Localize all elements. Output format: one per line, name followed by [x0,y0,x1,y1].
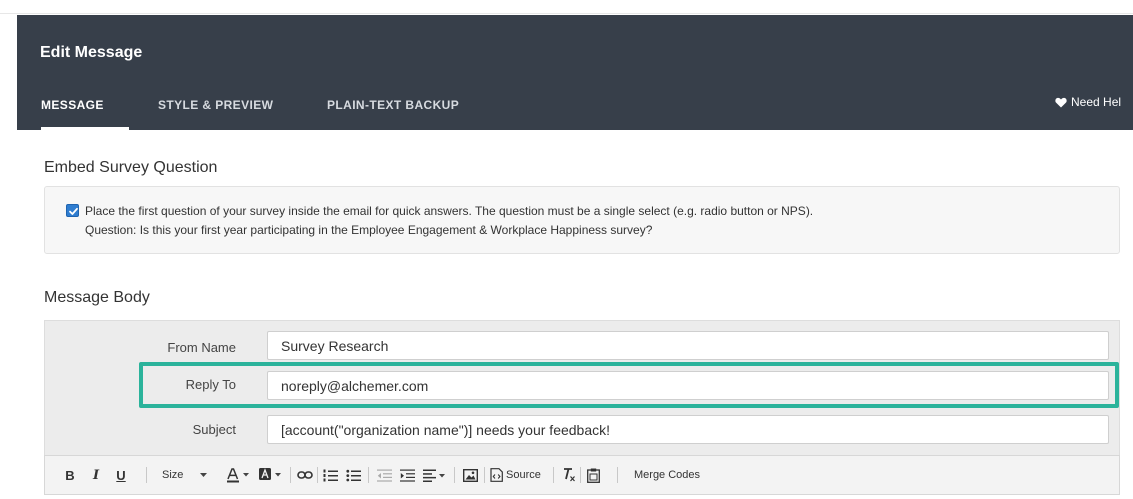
embed-question-checkbox[interactable] [66,204,79,217]
image-button[interactable] [462,456,478,494]
numbered-list-icon [323,469,338,481]
message-body-title: Message Body [44,289,150,306]
page-title: Edit Message [40,44,143,61]
need-help-label: Need Hel [1071,95,1122,109]
message-tabs: MESSAGE STYLE & PREVIEW PLAIN-TEXT BACKU… [17,88,917,130]
decrease-indent-button[interactable] [376,456,392,494]
embed-description: Place the first question of your survey … [85,204,814,218]
text-color-icon [227,468,249,483]
tab-message[interactable]: MESSAGE [41,88,129,130]
embed-question-text: Question: Is this your first year partic… [85,223,653,237]
link-button[interactable] [297,456,313,494]
tab-style-preview[interactable]: STYLE & PREVIEW [158,88,273,130]
italic-button[interactable]: I [89,456,103,494]
toolbar-divider [317,467,318,483]
edit-message-header: Edit Message MESSAGE STYLE & PREVIEW PLA… [17,15,1133,130]
subject-input[interactable] [267,415,1109,444]
check-icon [69,207,78,215]
bulleted-list-icon [345,469,361,481]
toolbar-divider [617,467,618,483]
embed-question-box: Place the first question of your survey … [44,186,1120,254]
bold-button[interactable]: B [63,456,77,494]
subject-label: Subject [192,422,236,437]
link-icon [297,471,313,479]
from-name-input[interactable] [267,331,1109,360]
size-dropdown[interactable]: Size [162,456,183,494]
source-button-icon[interactable] [489,456,503,494]
image-icon [462,468,478,482]
toolbar-divider [454,467,455,483]
bulleted-list-button[interactable] [345,456,361,494]
tab-plain-text-backup[interactable]: PLAIN-TEXT BACKUP [327,88,459,130]
align-left-icon [423,469,445,482]
caret-down-icon[interactable] [199,456,207,494]
heart-icon [1055,97,1067,108]
source-button[interactable]: Source [506,456,541,494]
editor-toolbar: B I U Size Source Merge Codes [44,455,1120,495]
align-dropdown[interactable] [422,456,448,494]
increase-indent-button[interactable] [399,456,415,494]
top-divider [0,0,1133,14]
numbered-list-button[interactable] [322,456,338,494]
underline-button[interactable]: U [114,456,128,494]
background-color-button[interactable] [257,456,285,494]
paste-button[interactable] [586,456,600,494]
background-color-icon [259,468,281,480]
outdent-icon [376,469,392,482]
toolbar-divider [580,467,581,483]
toolbar-divider [368,467,369,483]
reply-to-highlight [139,362,1119,408]
toolbar-divider [146,467,147,483]
merge-codes-button[interactable]: Merge Codes [634,456,700,494]
remove-format-button[interactable] [560,456,576,494]
toolbar-divider [484,467,485,483]
need-help-link[interactable]: Need Hel [1055,95,1121,109]
embed-section-title: Embed Survey Question [44,159,218,176]
text-color-button[interactable] [225,456,253,494]
source-icon [489,468,503,482]
from-name-label: From Name [167,340,236,355]
toolbar-divider [290,467,291,483]
paste-icon [586,468,600,483]
remove-format-icon [563,468,575,482]
indent-icon [399,469,415,482]
edit-message-page: Edit Message MESSAGE STYLE & PREVIEW PLA… [0,0,1133,499]
toolbar-divider [553,467,554,483]
